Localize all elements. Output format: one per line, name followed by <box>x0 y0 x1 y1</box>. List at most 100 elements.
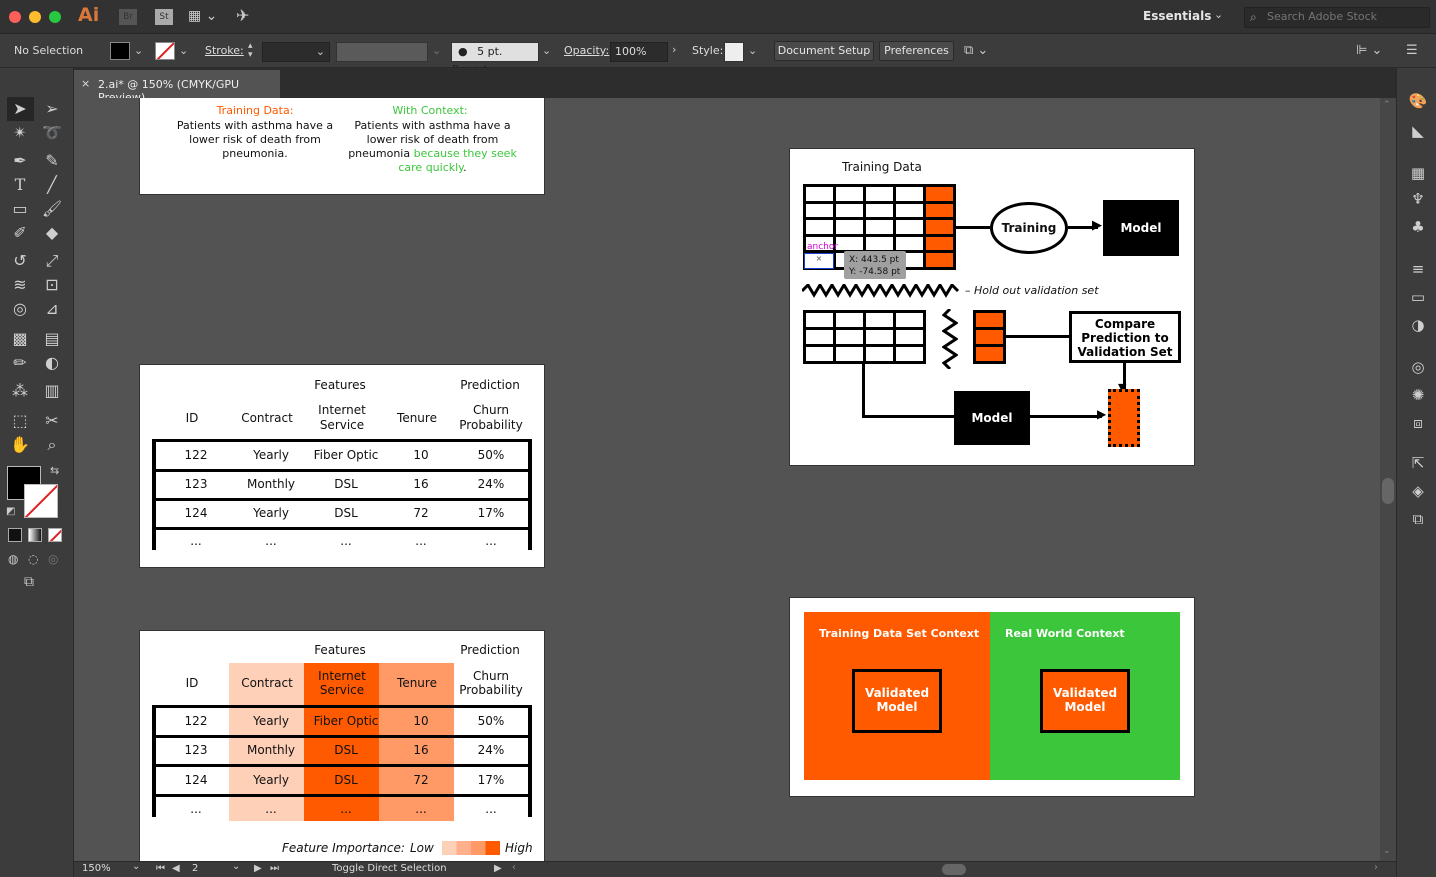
line-tool-icon[interactable]: ╱ <box>40 173 64 197</box>
swap-colors-icon[interactable]: ⇆ <box>50 464 59 477</box>
type-tool-icon[interactable]: T <box>8 173 32 197</box>
color-guide-icon[interactable]: ◣ <box>1407 120 1429 142</box>
brush-definition[interactable]: ● 5 pt. Round <box>451 42 539 76</box>
opacity-field[interactable]: 100% <box>610 42 668 62</box>
symbols-icon[interactable]: ♣ <box>1407 216 1429 238</box>
stroke-panel-icon[interactable]: ≡ <box>1407 258 1429 280</box>
brushes-icon[interactable]: ♆ <box>1407 188 1429 210</box>
lasso-tool-icon[interactable]: ➰ <box>40 121 64 145</box>
direct-selection-tool-icon[interactable]: ➢ <box>40 97 64 121</box>
last-artboard-icon[interactable]: ⏭ <box>270 863 279 874</box>
rotate-tool-icon[interactable]: ↺ <box>8 249 32 273</box>
symbol-sprayer-tool-icon[interactable]: ⁂ <box>8 379 32 403</box>
anchor-point[interactable]: × <box>804 253 834 269</box>
canvas-area[interactable]: Training Data: Patients with asthma have… <box>74 98 1380 861</box>
chevron-down-icon[interactable]: ⌄ <box>134 44 143 57</box>
minimize-window-button[interactable] <box>29 11 41 23</box>
column-graph-tool-icon[interactable]: ▥ <box>40 379 64 403</box>
eraser-tool-icon[interactable]: ◆ <box>40 221 64 245</box>
transparency-icon[interactable]: ◑ <box>1407 314 1429 336</box>
scrollbar-thumb[interactable] <box>1382 478 1394 504</box>
magic-wand-tool-icon[interactable]: ✴ <box>8 121 32 145</box>
gpu-rocket-icon[interactable]: ✈ <box>236 6 249 25</box>
artboard-tool-icon[interactable]: ⬚ <box>8 409 32 433</box>
align-icon[interactable]: ⊫ ⌄ <box>1356 43 1382 58</box>
document-setup-button[interactable]: Document Setup <box>774 41 874 61</box>
zoom-level[interactable]: 150% <box>82 863 111 874</box>
scroll-right-icon[interactable]: › <box>1374 862 1378 873</box>
default-colors-icon[interactable]: ◩ <box>6 506 15 517</box>
draw-behind-icon[interactable]: ◌ <box>28 552 38 566</box>
eyedropper-tool-icon[interactable]: ✏ <box>8 351 32 375</box>
fill-swatch[interactable] <box>110 42 130 60</box>
draw-inside-icon[interactable]: ◎ <box>48 552 58 566</box>
tab-close-icon[interactable]: × <box>81 77 90 90</box>
draw-normal-icon[interactable]: ◍ <box>8 552 18 566</box>
export-icon[interactable]: ⇱ <box>1407 452 1429 474</box>
gradient-panel-icon[interactable]: ▭ <box>1407 286 1429 308</box>
slice-tool-icon[interactable]: ✂ <box>40 409 64 433</box>
previous-artboard-icon[interactable]: ◀ <box>172 863 180 874</box>
stroke-weight-field[interactable]: ⌄ <box>262 42 330 62</box>
stroke-color-box[interactable] <box>24 484 58 518</box>
chevron-down-icon[interactable]: ⌄ <box>179 44 188 57</box>
hand-tool-icon[interactable]: ✋ <box>8 433 32 457</box>
chevron-down-icon[interactable]: ⌄ <box>748 44 757 57</box>
arrange-documents-icon[interactable]: ▦ ⌄ <box>188 8 217 24</box>
scroll-left-icon[interactable]: ‹ <box>512 862 516 873</box>
screen-mode-icon[interactable]: ⧉ <box>24 574 34 590</box>
free-transform-tool-icon[interactable]: ⊡ <box>40 273 64 297</box>
zoom-window-button[interactable] <box>49 11 61 23</box>
curvature-tool-icon[interactable]: ✎ <box>40 149 64 173</box>
layers-icon[interactable]: ◈ <box>1407 480 1429 502</box>
panel-menu-icon[interactable]: ☰ <box>1406 43 1418 58</box>
chevron-right-icon[interactable]: › <box>672 43 676 56</box>
close-window-button[interactable] <box>9 11 21 23</box>
shape-builder-tool-icon[interactable]: ◎ <box>8 297 32 321</box>
transform-icon[interactable]: ⧈ <box>1407 412 1429 434</box>
style-swatch[interactable] <box>724 42 744 62</box>
artboards-icon[interactable]: ⧉ <box>1407 508 1429 530</box>
first-artboard-icon[interactable]: ⏮ <box>156 863 165 874</box>
pen-tool-icon[interactable]: ✒ <box>8 149 32 173</box>
select-similar-icon[interactable]: ⧉ ⌄ <box>964 43 988 58</box>
search-input[interactable] <box>1267 10 1427 23</box>
scroll-up-icon[interactable]: ⌃ <box>1383 100 1391 110</box>
shaper-tool-icon[interactable]: ✐ <box>8 221 32 245</box>
gradient-mode-icon[interactable] <box>28 528 42 542</box>
search-stock-field[interactable]: ⌕ <box>1244 7 1430 28</box>
stock-button[interactable]: St <box>155 9 173 25</box>
swatches-icon[interactable]: ▦ <box>1407 162 1429 184</box>
scale-tool-icon[interactable]: ⤢ <box>40 249 64 273</box>
graphic-styles-icon[interactable]: ✺ <box>1407 384 1429 406</box>
artboard-number[interactable]: 2 <box>192 863 198 874</box>
variable-width-profile[interactable] <box>336 42 428 62</box>
horizontal-scrollbar-thumb[interactable] <box>942 864 966 875</box>
opacity-label[interactable]: Opacity: <box>564 44 609 57</box>
warp-tool-icon[interactable]: ≋ <box>8 273 32 297</box>
bridge-button[interactable]: Br <box>119 9 137 25</box>
chevron-down-icon[interactable]: ⌄ <box>542 44 551 57</box>
color-mode-icon[interactable] <box>8 528 22 542</box>
perspective-grid-tool-icon[interactable]: ⊿ <box>40 297 64 321</box>
stroke-swatch[interactable] <box>155 42 175 60</box>
scroll-down-icon[interactable]: ⌄ <box>1383 846 1391 856</box>
mesh-tool-icon[interactable]: ▩ <box>8 327 32 351</box>
chevron-down-icon[interactable]: ⌄ <box>432 44 441 57</box>
vertical-scrollbar[interactable]: ⌃ ⌄ <box>1380 98 1396 861</box>
preferences-button[interactable]: Preferences <box>879 41 954 61</box>
document-tab[interactable]: × 2.ai* @ 150% (CMYK/GPU Preview) <box>74 70 280 104</box>
status-menu-icon[interactable]: ▶ <box>494 863 502 874</box>
chevron-down-icon[interactable]: ⌄ <box>316 45 325 58</box>
chevron-down-icon[interactable]: ⌄ <box>1214 8 1223 21</box>
color-panel-icon[interactable]: 🎨 <box>1407 90 1429 112</box>
stroke-label[interactable]: Stroke: <box>205 44 244 57</box>
none-mode-icon[interactable] <box>48 528 62 542</box>
next-artboard-icon[interactable]: ▶ <box>254 863 262 874</box>
stroke-stepper[interactable]: ▴ ▾ <box>248 42 253 60</box>
selection-tool-icon[interactable]: ➤ <box>8 97 32 121</box>
chevron-down-icon[interactable]: ⌄ <box>232 861 240 872</box>
appearance-icon[interactable]: ◎ <box>1407 356 1429 378</box>
gradient-tool-icon[interactable]: ▤ <box>40 327 64 351</box>
workspace-switcher[interactable]: Essentials <box>1143 9 1211 23</box>
